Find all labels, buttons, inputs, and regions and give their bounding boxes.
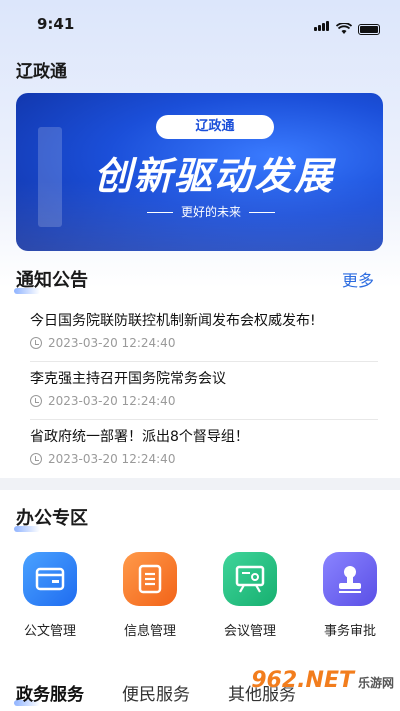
- office-heading: 办公专区: [14, 504, 88, 532]
- notice-title: 今日国务院联防联控机制新闻发布会权威发布!: [30, 313, 316, 329]
- office-item-information[interactable]: 信息管理: [100, 552, 200, 639]
- tab-government-services[interactable]: 政务服务: [14, 680, 84, 706]
- watermark-brand: 962.NET: [251, 668, 354, 693]
- notice-time: 2023-03-20 12:24:40: [48, 336, 176, 350]
- cellular-signal-icon: [314, 16, 330, 35]
- watermark-logo: 962.NET 乐游网: [251, 668, 394, 693]
- battery-icon: [358, 24, 380, 35]
- status-bar: 9:41: [0, 0, 400, 46]
- notice-title: 李克强主持召开国务院常务会议: [30, 371, 226, 387]
- status-time: 9:41: [37, 15, 75, 33]
- office-item-label: 信息管理: [123, 624, 176, 639]
- notice-item[interactable]: 李克强主持召开国务院常务会议 2023-03-20 12:24:40: [30, 368, 378, 420]
- office-item-documents[interactable]: 公文管理: [0, 552, 100, 639]
- office-item-approvals[interactable]: 事务审批: [300, 552, 400, 639]
- app-title: 辽政通: [16, 62, 67, 82]
- notice-title: 省政府统一部署！派出8个督导组！: [30, 429, 249, 445]
- clock-icon: [30, 337, 42, 349]
- office-item-label: 公文管理: [23, 624, 76, 639]
- document-folder-icon: [23, 552, 77, 606]
- clock-icon: [30, 395, 42, 407]
- banner-slogan: 创新驱动发展: [93, 153, 334, 198]
- office-grid: 公文管理 信息管理 会议管理 事务审批: [0, 552, 400, 639]
- clipboard-icon: [123, 552, 177, 606]
- stamp-icon: [323, 552, 377, 606]
- banner-subtitle: 更好的未来: [131, 203, 291, 220]
- office-item-label: 会议管理: [223, 624, 276, 639]
- notices-more-link[interactable]: 更多: [342, 267, 374, 291]
- notice-item[interactable]: 省政府统一部署！派出8个督导组！ 2023-03-20 12:24:40: [30, 426, 378, 476]
- tab-public-services[interactable]: 便民服务: [122, 680, 190, 705]
- office-item-meetings[interactable]: 会议管理: [200, 552, 300, 639]
- office-title: 办公专区: [16, 508, 88, 529]
- watermark-sub: 乐游网: [357, 676, 394, 690]
- tab-label: 便民服务: [122, 685, 190, 705]
- wifi-icon: [336, 23, 352, 34]
- banner-carousel[interactable]: 辽政通 创新驱动发展 更好的未来: [16, 93, 383, 251]
- section-divider: [0, 478, 400, 490]
- status-icons: [314, 16, 380, 35]
- tab-label: 政务服务: [16, 685, 84, 705]
- notice-item[interactable]: 今日国务院联防联控机制新闻发布会权威发布! 2023-03-20 12:24:4…: [30, 310, 378, 362]
- notice-time: 2023-03-20 12:24:40: [48, 452, 176, 466]
- notice-time: 2023-03-20 12:24:40: [48, 394, 176, 408]
- office-item-label: 事务审批: [323, 624, 376, 639]
- clock-icon: [30, 453, 42, 465]
- notices-title: 通知公告: [16, 270, 88, 291]
- notices-heading: 通知公告: [14, 266, 88, 294]
- banner-pill-label: 辽政通: [156, 115, 274, 139]
- presentation-board-icon: [223, 552, 277, 606]
